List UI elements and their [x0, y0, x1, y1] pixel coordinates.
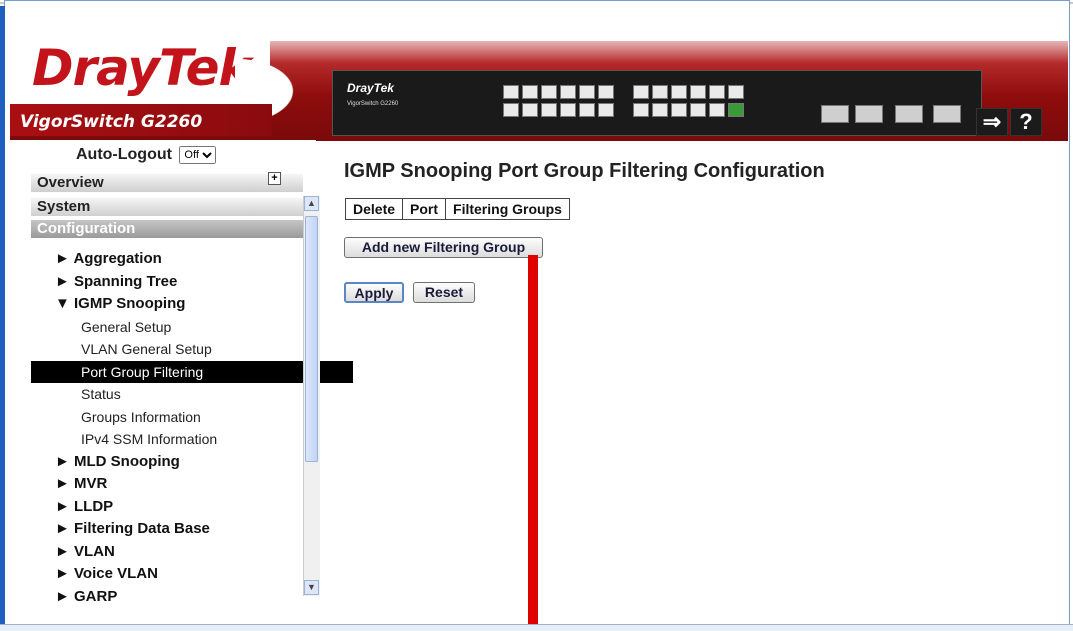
- nav-tree: ► Aggregation ► Spanning Tree ▼ IGMP Sno…: [31, 248, 353, 609]
- auto-logout-select[interactable]: Off: [179, 146, 217, 164]
- logo-area: DrayTek: [10, 8, 270, 108]
- port-group-2: [633, 85, 744, 117]
- table-header-row: Delete Port Filtering Groups: [344, 198, 570, 220]
- draytek-logo: DrayTek: [32, 39, 252, 97]
- port-link-active: [728, 103, 744, 117]
- nav-configuration[interactable]: Configuration: [31, 220, 303, 238]
- panel-brand: DrayTek: [347, 81, 394, 95]
- port-group-1: [503, 85, 614, 117]
- nav-vlan[interactable]: ► VLAN: [31, 541, 313, 564]
- sfp-port: [855, 105, 883, 123]
- nav-ipv4-ssm-information[interactable]: IPv4 SSM Information: [31, 428, 313, 451]
- col-port: Port: [402, 198, 447, 220]
- auto-logout: Auto-Logout Off: [76, 146, 217, 164]
- model-name: VigorSwitch G2260: [20, 112, 203, 132]
- panel-model: VigorSwitch G2260: [347, 101, 399, 107]
- scroll-down-icon[interactable]: ▼: [304, 580, 319, 595]
- nav-voice-vlan[interactable]: ► Voice VLAN: [31, 563, 313, 586]
- page-title: IGMP Snooping Port Group Filtering Confi…: [344, 160, 825, 182]
- nav-filtering-data-base[interactable]: ► Filtering Data Base: [31, 518, 313, 541]
- nav-vlan-general-setup[interactable]: VLAN General Setup: [31, 338, 313, 361]
- nav-system[interactable]: System: [31, 198, 303, 216]
- help-icon[interactable]: ?: [1010, 108, 1042, 136]
- add-filtering-group-button[interactable]: Add new Filtering Group: [344, 237, 543, 258]
- reset-button[interactable]: Reset: [413, 282, 475, 303]
- sfp-port: [895, 105, 923, 123]
- nav-mld-snooping[interactable]: ► MLD Snooping: [31, 451, 313, 474]
- frame-left-edge: [0, 6, 5, 626]
- scrollbar-thumb[interactable]: [305, 216, 318, 462]
- nav-overview[interactable]: Overview: [31, 174, 303, 192]
- scroll-up-icon[interactable]: ▲: [304, 196, 319, 211]
- expand-all-icon[interactable]: +: [268, 172, 281, 185]
- nav-garp[interactable]: ► GARP: [31, 586, 313, 609]
- apply-button[interactable]: Apply: [344, 282, 404, 303]
- sfp-port: [821, 105, 849, 123]
- logout-icon[interactable]: ⇒: [976, 108, 1008, 136]
- col-filtering-groups: Filtering Groups: [445, 198, 570, 220]
- nav-spanning-tree[interactable]: ► Spanning Tree: [31, 271, 313, 294]
- nav-aggregation[interactable]: ► Aggregation: [31, 248, 313, 271]
- nav-general-setup[interactable]: General Setup: [31, 316, 313, 339]
- nav-mvr[interactable]: ► MVR: [31, 473, 313, 496]
- sfp-port: [933, 105, 961, 123]
- switch-front-panel: DrayTek VigorSwitch G2260: [332, 70, 982, 136]
- callout-marker: [528, 255, 538, 630]
- sidebar-scrollbar[interactable]: ▲ ▼: [303, 196, 320, 596]
- auto-logout-label: Auto-Logout: [76, 146, 172, 164]
- app-header: DrayTek VigorSwitch G2260 DrayTek VigorS…: [10, 8, 1068, 141]
- main-content: IGMP Snooping Port Group Filtering Confi…: [328, 140, 1048, 598]
- nav-igmp-snooping[interactable]: ▼ IGMP Snooping: [31, 293, 313, 316]
- col-delete: Delete: [344, 198, 404, 220]
- nav-status[interactable]: Status: [31, 383, 313, 406]
- nav-groups-information[interactable]: Groups Information: [31, 406, 313, 429]
- nav-lldp[interactable]: ► LLDP: [31, 496, 313, 519]
- sidebar: Auto-Logout Off Overview + System Config…: [10, 140, 353, 605]
- filtering-groups-table: Delete Port Filtering Groups: [344, 198, 570, 220]
